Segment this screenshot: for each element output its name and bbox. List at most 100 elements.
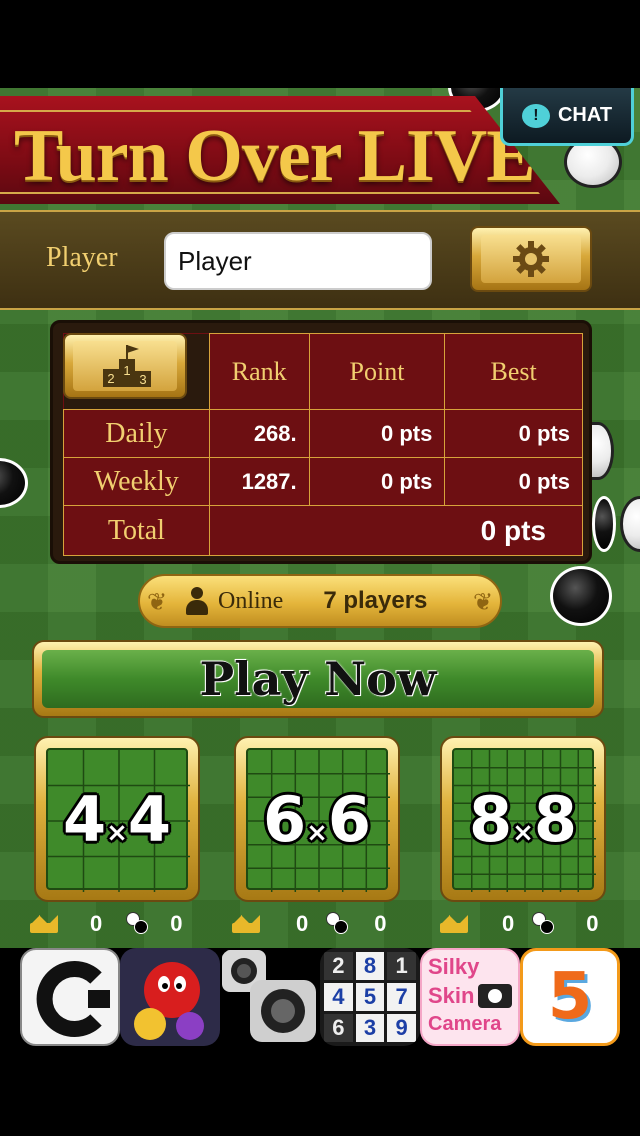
board-preview: 6×6 [246, 748, 390, 892]
board-8x8-stats: 0 0 [440, 908, 599, 940]
puzzle-cell: 1 [387, 952, 416, 980]
play-now-button[interactable]: Play Now [32, 640, 604, 718]
monster-graphic [134, 962, 204, 1040]
puzzle-cell: 6 [324, 1014, 353, 1042]
leaderboard-button-face: 2 1 3 [73, 341, 177, 391]
weekly-point: 0 pts [308, 457, 446, 506]
games-count: 0 [170, 911, 183, 936]
puzzle-cell: 9 [387, 1014, 416, 1042]
ranking-row-total: Total 0 pts [63, 505, 584, 556]
app-title: Turn Over LIVE [14, 115, 536, 197]
c-letter-graphic [36, 961, 110, 1037]
silky-skin-camera-icon[interactable]: Silky Skin Camera [420, 948, 520, 1046]
crown-icon [30, 915, 58, 933]
chat-button-label: CHAT [557, 104, 613, 126]
player-label: Player [46, 242, 118, 273]
column-header-point: Point [308, 333, 446, 410]
puzzle-cell: 8 [355, 952, 385, 980]
podium-second: 2 [107, 371, 114, 386]
daily-point: 0 pts [308, 409, 446, 458]
settings-button[interactable] [470, 226, 592, 292]
decorative-white-disc [620, 496, 640, 552]
play-now-label: Play Now [42, 650, 594, 708]
daily-rank: 268. [208, 409, 310, 458]
ranking-row-weekly: Weekly 1287. 0 pts 0 pts [63, 457, 583, 506]
daily-best: 0 pts [444, 409, 583, 458]
multiply-sign: × [106, 817, 128, 848]
number-puzzle-icon[interactable]: 2 8 1 4 5 7 6 3 9 [320, 948, 420, 1046]
discs-icon [532, 912, 556, 936]
ornament-right-icon: ❦ [472, 588, 494, 616]
online-status-bar: ❦ Online 7 players ❦ [138, 574, 502, 628]
puzzle-cell: 4 [324, 983, 353, 1011]
row-label-weekly: Weekly [63, 457, 210, 506]
game-screen: Turn Over LIVE ! CHAT Player Player Rank… [0, 88, 640, 948]
title-banner: Turn Over LIVE [0, 96, 560, 204]
gear-icon [513, 241, 549, 277]
decorative-black-disc [550, 566, 612, 626]
multiply-sign: × [306, 817, 328, 848]
crown-icon [232, 915, 260, 933]
total-points: 0 pts [208, 505, 584, 556]
board-size-a: 4 [62, 782, 107, 856]
leaderboard-button[interactable]: 2 1 3 [63, 333, 187, 399]
camera-app-icon[interactable] [220, 948, 320, 1046]
camera-icon [478, 984, 512, 1008]
games-count: 0 [586, 911, 599, 936]
board-size-label: 6×6 [263, 783, 371, 856]
puzzle-cell: 5 [355, 983, 385, 1011]
board-preview: 4×4 [46, 748, 190, 892]
puzzle-cell: 7 [387, 983, 416, 1011]
board-4x4-button[interactable]: 4×4 [34, 736, 200, 902]
decorative-black-disc [592, 496, 616, 552]
ranking-panel: Rank Point Best Daily 268. 0 pts 0 pts W… [50, 320, 592, 564]
decorative-black-disc [0, 458, 28, 508]
online-label: Online [218, 587, 284, 614]
silky-text: Silky [428, 954, 480, 979]
podium-icon: 2 1 3 [103, 345, 151, 387]
puzzle-cell: 2 [324, 952, 353, 980]
chat-bubble-icon: ! [521, 103, 550, 128]
ranking-row-daily: Daily 268. 0 pts 0 pts [63, 409, 583, 458]
app-ad-bar: 2 8 1 4 5 7 6 3 9 Silky Skin Camera 5 [0, 948, 640, 1048]
discs-icon [126, 912, 150, 936]
wins-count: 0 [90, 911, 103, 936]
wins-count: 0 [502, 911, 515, 936]
board-size-a: 8 [468, 782, 513, 856]
five-glyph: 5 [547, 960, 593, 1034]
column-header-best: Best [444, 333, 583, 410]
row-label-daily: Daily [63, 409, 210, 458]
column-header-rank: Rank [208, 333, 310, 410]
ornament-left-icon: ❦ [146, 588, 168, 616]
c-letter-icon[interactable] [20, 948, 120, 1046]
online-player-count: 7 players [323, 587, 428, 614]
board-4x4-stats: 0 0 [30, 908, 183, 940]
row-label-total: Total [63, 505, 210, 556]
podium-first: 1 [123, 363, 130, 378]
wins-count: 0 [296, 911, 309, 936]
person-icon [186, 587, 208, 615]
camera-text: Camera [428, 1013, 502, 1035]
red-monster-game-icon[interactable] [120, 948, 220, 1046]
five-kana-app-icon[interactable]: 5 [520, 948, 620, 1046]
board-8x8-button[interactable]: 8×8 [440, 736, 606, 902]
weekly-best: 0 pts [444, 457, 583, 506]
discs-icon [326, 912, 350, 936]
camera-graphic [222, 950, 316, 1042]
multiply-sign: × [512, 817, 534, 848]
board-size-a: 6 [262, 782, 307, 856]
player-name-input[interactable] [164, 232, 432, 290]
board-6x6-button[interactable]: 6×6 [234, 736, 400, 902]
board-size-label: 8×8 [469, 783, 577, 856]
board-size-b: 8 [533, 782, 578, 856]
board-size-b: 4 [127, 782, 172, 856]
puzzle-cell: 3 [355, 1014, 385, 1042]
crown-icon [440, 915, 468, 933]
board-preview: 8×8 [452, 748, 596, 892]
board-size-label: 4×4 [63, 783, 171, 856]
board-size-b: 6 [327, 782, 372, 856]
settings-button-face [481, 235, 581, 283]
player-bar: Player [0, 210, 640, 310]
chat-button[interactable]: ! CHAT [500, 88, 634, 146]
weekly-rank: 1287. [208, 457, 310, 506]
